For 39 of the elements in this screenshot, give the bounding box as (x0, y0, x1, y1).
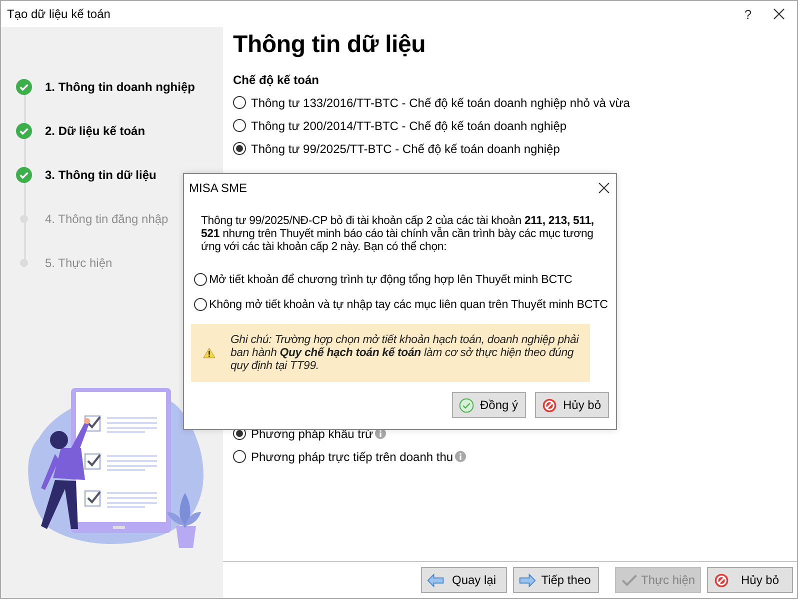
radio-label: Thông tư 133/2016/TT-BTC - Chế độ kế toán doanh nghiệp nhỏ và vừa (251, 96, 630, 110)
radio-button[interactable] (233, 142, 246, 155)
cancel-button[interactable]: Hủy bỏ (535, 392, 609, 418)
section-title: Chế độ kế toán (233, 73, 320, 87)
radio-button[interactable] (194, 273, 207, 286)
radio-label: Phương pháp khấu trừ (251, 426, 374, 440)
info-icon (455, 451, 466, 462)
radio-label: Mở tiết khoản để chương trình tự động tổng hợp lên Thuyết minh BCTC (209, 273, 572, 286)
radio-button[interactable] (233, 119, 246, 132)
close-icon[interactable] (771, 6, 787, 22)
note-text: Ghi chú: Trường hợp chọn mở tiết khoản hạch toán, doanh nghiệp phải ban hành Quy chế hạch toán kế toán làm cơ sở thực hiện theo đúng quy định tại TT99. (230, 334, 580, 372)
window-title: Tạo dữ liệu kế toán (7, 7, 112, 21)
left-arrow-icon (427, 572, 444, 588)
help-button[interactable]: ? (733, 6, 763, 22)
prohibited-icon (541, 398, 558, 412)
step-label: 4. Thông tin đăng nhập (45, 212, 168, 226)
back-button[interactable]: Quay lại (421, 567, 507, 593)
radio-label: Không mở tiết khoản và tự nhập tay các mục liên quan trên Thuyết minh BCTC (209, 298, 608, 311)
cancel-button[interactable]: Hủy bỏ (707, 567, 793, 593)
prohibited-icon (713, 572, 730, 588)
step-label: 2. Dữ liệu kế toán (45, 124, 146, 138)
page-heading: Thông tin dữ liệu (233, 31, 427, 59)
radio-label: Phương pháp trực tiếp trên doanh thu (251, 450, 454, 464)
step-label: 3. Thông tin dữ liệu (45, 168, 156, 182)
check-circle-icon (458, 398, 475, 412)
right-arrow-icon (519, 572, 536, 588)
step-label: 1. Thông tin doanh nghiệp (45, 80, 195, 94)
ok-button[interactable]: Đồng ý (452, 392, 526, 418)
close-icon[interactable] (598, 182, 610, 194)
step-label: 5. Thực hiện (45, 256, 112, 270)
check-icon (621, 572, 638, 588)
radio-button[interactable] (233, 96, 246, 109)
next-button[interactable]: Tiếp theo (513, 567, 599, 593)
radio-button[interactable] (233, 450, 246, 463)
radio-label: Thông tư 200/2014/TT-BTC - Chế độ kế toán doanh nghiệp (251, 118, 567, 132)
radio-button[interactable] (194, 298, 207, 311)
dialog-title: MISA SME (189, 181, 248, 195)
dialog-message: Thông tư 99/2025/NĐ-CP bỏ đi tài khoản cấp 2 của các tài khoản 211, 213, 511, 521 nhưng trên Thuyết minh báo cáo tài chính vẫn cần trình bày các mục tương ứng với các tài khoản cấp 2 này. Bạn có thể chọn: (200, 214, 595, 254)
radio-label: Thông tư 99/2025/TT-BTC - Chế độ kế toán doanh nghiệp (251, 142, 560, 156)
